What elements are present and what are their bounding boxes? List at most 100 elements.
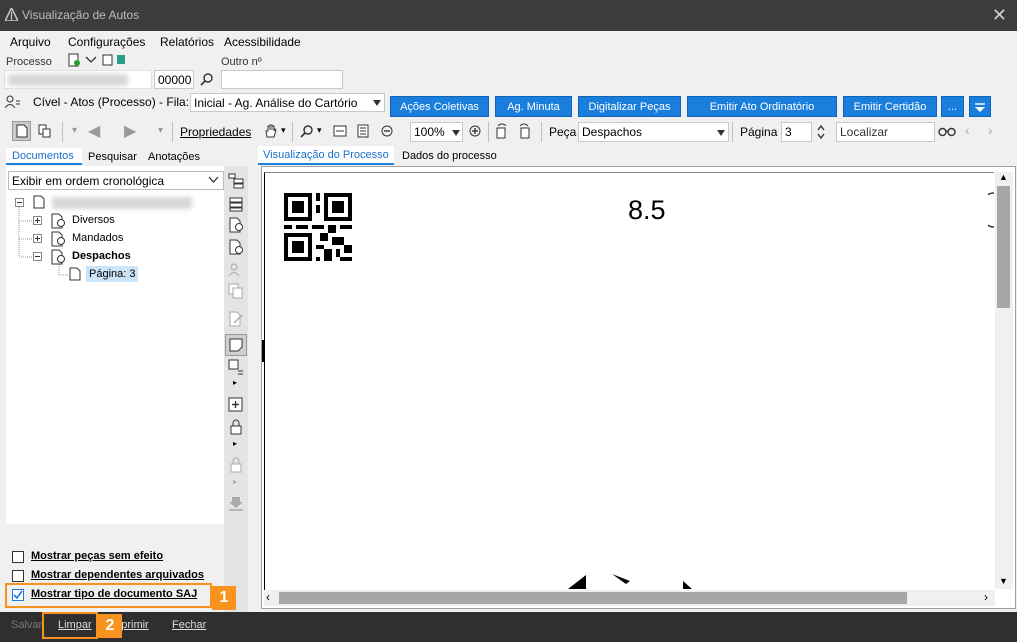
window-title: Visualização de Autos	[22, 8, 140, 22]
document-seal-icon	[51, 231, 65, 247]
download-icon[interactable]	[228, 495, 244, 511]
fechar-button[interactable]: Fechar	[172, 619, 206, 631]
tree-item-pagina[interactable]: Página: 3	[86, 266, 138, 282]
list-layers-icon[interactable]	[228, 196, 244, 212]
dropdown-arrow-icon	[452, 130, 460, 136]
menu-relatorios[interactable]: Relatórios	[160, 35, 214, 49]
menu-arquivo[interactable]: Arquivo	[10, 35, 51, 49]
back-arrow-icon[interactable]: ◀	[88, 121, 100, 141]
fit-page-icon[interactable]	[356, 124, 370, 138]
document-page	[264, 172, 994, 590]
menu-configuracoes[interactable]: Configurações	[68, 35, 145, 49]
copy-pages-icon[interactable]	[38, 124, 52, 138]
process-document-icon	[33, 195, 45, 209]
zoom-icon[interactable]	[300, 124, 314, 138]
outro-numero-input[interactable]	[221, 70, 343, 89]
note-icon[interactable]	[102, 54, 114, 66]
tipo-documento-saj-checkbox[interactable]	[12, 589, 24, 601]
qr-code-icon	[284, 193, 352, 261]
note-tool-button[interactable]	[225, 334, 247, 356]
scroll-down-icon[interactable]: ▼	[999, 576, 1008, 586]
scroll-left-icon[interactable]: ‹	[266, 590, 270, 604]
search-icon[interactable]	[200, 72, 214, 86]
step-badge-1: 1	[212, 586, 236, 610]
digitalizar-pecas-button[interactable]: Digitalizar Peças	[578, 96, 681, 117]
document-seal-icon[interactable]	[228, 217, 244, 233]
document-view-button[interactable]	[12, 121, 31, 141]
expand-icon[interactable]	[33, 234, 42, 243]
tab-dados-processo[interactable]: Dados do processo	[402, 150, 497, 162]
close-icon[interactable]: ✕	[992, 6, 1007, 24]
new-document-icon[interactable]	[67, 53, 81, 67]
hand-tool-icon[interactable]	[263, 123, 279, 139]
tree-item-diversos[interactable]: Diversos	[72, 214, 115, 226]
scroll-up-icon[interactable]: ▲	[999, 172, 1008, 182]
tab-visualizacao[interactable]: Visualização do Processo	[258, 146, 394, 165]
dependentes-arquivados-checkbox[interactable]	[12, 570, 24, 582]
forward-dropdown-icon[interactable]: ▾	[158, 125, 163, 136]
pecas-sem-efeito-label[interactable]: Mostrar peças sem efeito	[31, 550, 163, 562]
hand-dropdown-icon[interactable]: ▾	[281, 125, 286, 136]
expand-arrow-icon[interactable]: ▸	[233, 378, 237, 387]
tipo-documento-saj-label[interactable]: Mostrar tipo de documento SAJ	[31, 588, 197, 600]
note-list-icon[interactable]	[228, 359, 244, 375]
forward-arrow-icon[interactable]: ▶	[124, 121, 136, 141]
rotate-right-icon[interactable]	[516, 123, 532, 139]
find-next-icon[interactable]: ›	[988, 122, 993, 138]
fit-width-icon[interactable]	[333, 124, 347, 138]
toolbar-separator	[732, 122, 733, 142]
binoculars-icon[interactable]	[938, 125, 956, 137]
back-dropdown-icon[interactable]: ▾	[72, 125, 77, 136]
tab-anotacoes[interactable]: Anotações	[148, 151, 200, 163]
dependentes-arquivados-label[interactable]: Mostrar dependentes arquivados	[31, 569, 204, 581]
zoom-dropdown-icon[interactable]: ▾	[317, 125, 322, 136]
emitir-certidao-button[interactable]: Emitir Certidão	[843, 96, 937, 117]
rotate-left-icon[interactable]	[494, 123, 510, 139]
zoom-select[interactable]: 100%	[410, 122, 463, 142]
collapse-icon[interactable]	[15, 198, 24, 207]
tree-item-despachos[interactable]: Despachos	[72, 250, 131, 262]
menu-acessibilidade[interactable]: Acessibilidade	[224, 35, 301, 49]
add-note-icon[interactable]	[228, 397, 244, 413]
pagina-spinner-icon[interactable]	[816, 123, 826, 141]
tab-pesquisar[interactable]: Pesquisar	[88, 151, 137, 163]
salvar-button[interactable]: Salvar	[11, 619, 42, 631]
pagina-input[interactable]: 3	[781, 122, 812, 142]
collapse-icon[interactable]	[33, 252, 42, 261]
find-previous-icon[interactable]: ‹	[965, 122, 970, 138]
tree-structure-icon[interactable]	[228, 173, 244, 189]
lock-disabled-icon[interactable]	[228, 457, 244, 473]
copy-icon[interactable]	[228, 283, 244, 299]
tree-item-mandados[interactable]: Mandados	[72, 232, 123, 244]
people-edit-icon[interactable]	[228, 262, 244, 278]
toolbar-separator	[62, 122, 63, 142]
order-selected: Exibir em ordem cronológica	[12, 174, 165, 188]
zoom-out-icon[interactable]	[380, 124, 394, 138]
more-actions-button[interactable]: ...	[941, 96, 964, 117]
scroll-right-icon[interactable]: ›	[984, 590, 988, 604]
propriedades-button[interactable]: Propriedades	[180, 125, 251, 139]
order-select[interactable]: Exibir em ordem cronológica	[8, 171, 224, 190]
processo-number-input[interactable]	[4, 70, 152, 89]
localizar-input[interactable]: Localizar	[836, 122, 935, 142]
expand-toolbar-button[interactable]	[969, 96, 991, 117]
document-seal-icon	[51, 213, 65, 229]
document-edit-icon[interactable]	[228, 311, 244, 327]
emitir-ato-ordinatorio-button[interactable]: Emitir Ato Ordinatório	[687, 96, 837, 117]
chevron-down-icon[interactable]	[85, 55, 97, 65]
lock-icon[interactable]	[228, 419, 244, 435]
ag-minuta-button[interactable]: Ag. Minuta	[495, 96, 572, 117]
fila-select[interactable]: Inicial - Ag. Análise do Cartório	[190, 93, 385, 112]
acoes-coletivas-button[interactable]: Ações Coletivas	[390, 96, 489, 117]
tab-documentos[interactable]: Documentos	[6, 148, 82, 165]
expand-arrow-icon[interactable]: ▸	[233, 477, 237, 486]
zoom-in-icon[interactable]	[468, 124, 482, 138]
expand-arrow-icon[interactable]: ▸	[233, 439, 237, 448]
pecas-sem-efeito-checkbox[interactable]	[12, 551, 24, 563]
processo-suffix-input[interactable]: 00000	[154, 70, 194, 89]
peca-select[interactable]: Despachos	[578, 122, 729, 142]
vertical-scroll-thumb[interactable]	[997, 186, 1010, 308]
expand-icon[interactable]	[33, 216, 42, 225]
document-check-icon[interactable]	[228, 239, 244, 255]
horizontal-scroll-thumb[interactable]	[279, 592, 907, 604]
